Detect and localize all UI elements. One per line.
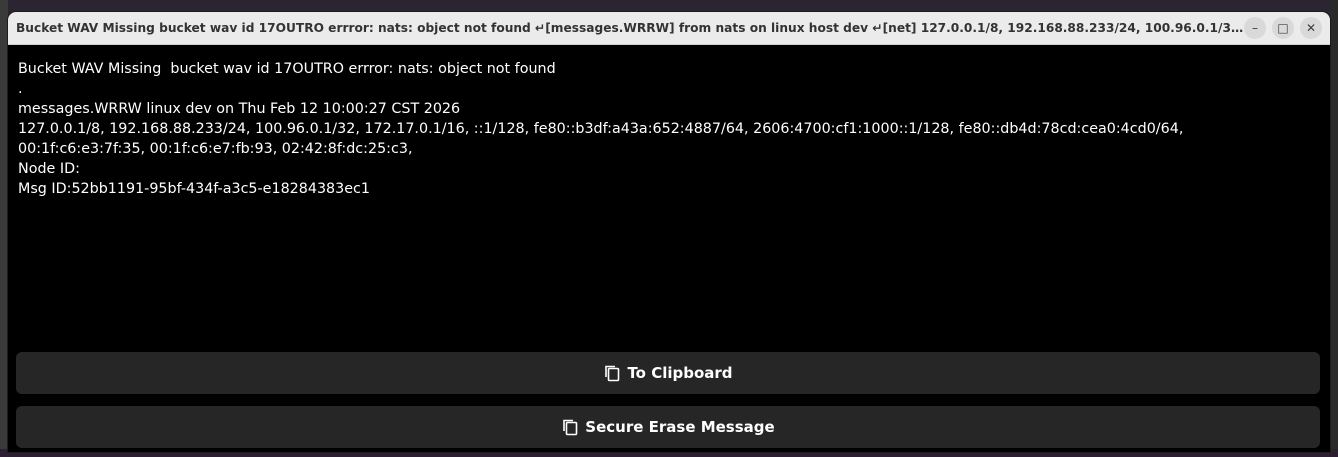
- message-line-source: messages.WRRW linux dev on Thu Feb 12 10…: [18, 101, 461, 117]
- to-clipboard-label: To Clipboard: [627, 364, 733, 382]
- minimize-button[interactable]: –: [1244, 17, 1266, 39]
- message-line-msg-id: Msg ID:52bb1191-95bf-434f-a3c5-e18284383…: [18, 181, 370, 197]
- copy-icon: [563, 419, 578, 436]
- minimize-icon: –: [1252, 21, 1258, 35]
- message-line-separator: .: [18, 81, 23, 97]
- close-button[interactable]: ✕: [1300, 17, 1322, 39]
- copy-icon: [605, 365, 620, 382]
- maximize-button[interactable]: □: [1272, 17, 1294, 39]
- close-icon: ✕: [1305, 21, 1317, 35]
- window-title: Bucket WAV Missing bucket wav id 17OUTRO…: [16, 21, 1244, 35]
- message-line-node-id: Node ID:: [18, 161, 80, 177]
- message-dialog-window: Bucket WAV Missing bucket wav id 17OUTRO…: [8, 12, 1330, 452]
- message-line-title: Bucket WAV Missing bucket wav id 17OUTRO…: [18, 61, 556, 77]
- message-body[interactable]: Bucket WAV Missing bucket wav id 17OUTRO…: [8, 45, 1330, 199]
- background-right-edge: [1330, 0, 1338, 457]
- to-clipboard-button[interactable]: To Clipboard: [16, 352, 1320, 394]
- secure-erase-button[interactable]: Secure Erase Message: [16, 406, 1320, 448]
- maximize-icon: □: [1277, 21, 1289, 35]
- background-left-edge: [0, 0, 8, 457]
- message-line-net-addresses: 127.0.0.1/8, 192.168.88.233/24, 100.96.0…: [18, 121, 1184, 137]
- message-line-mac-addresses: 00:1f:c6:e3:7f:35, 00:1f:c6:e7:fb:93, 02…: [18, 141, 413, 157]
- title-bar[interactable]: Bucket WAV Missing bucket wav id 17OUTRO…: [8, 12, 1330, 45]
- window-controls: – □ ✕: [1244, 17, 1330, 39]
- secure-erase-label: Secure Erase Message: [585, 418, 775, 436]
